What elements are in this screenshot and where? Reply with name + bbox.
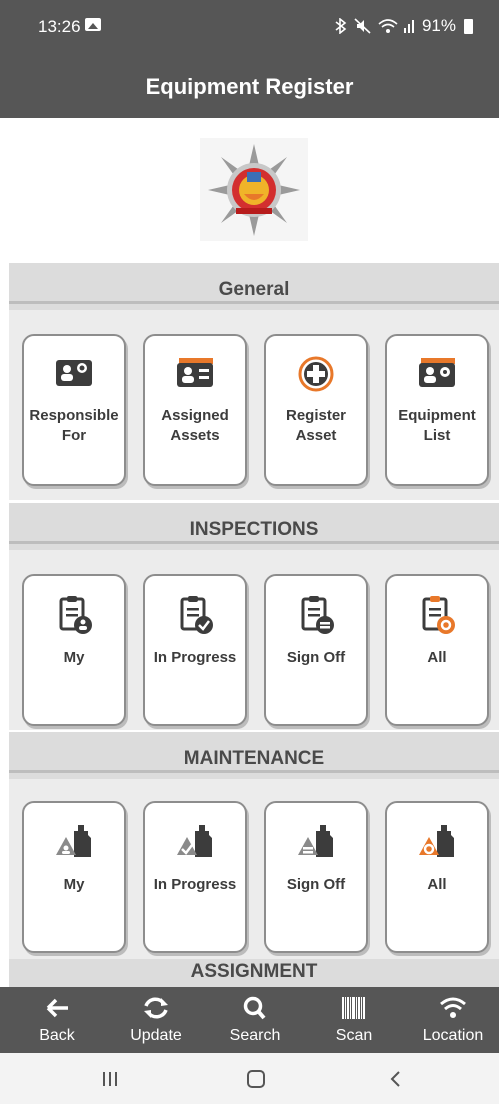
inspections-my-button[interactable]: My — [22, 574, 126, 726]
nav-label: Back — [39, 1027, 75, 1044]
section-header-general: General — [9, 263, 499, 310]
battery-icon — [464, 18, 473, 34]
arrow-left-icon — [12, 995, 102, 1021]
maintenance-all-button[interactable]: All — [385, 801, 489, 953]
image-notification-icon — [85, 18, 101, 31]
inspections-in-progress-button[interactable]: In Progress — [143, 574, 247, 726]
section-title: MAINTENANCE — [183, 748, 325, 769]
id-card-gear-icon — [387, 354, 487, 396]
wifi-signal-icon — [378, 19, 398, 33]
maintenance-my-button[interactable]: My — [22, 801, 126, 953]
tile-label: In Progress — [153, 876, 237, 893]
id-card-tag-icon — [24, 354, 124, 396]
section-header-maintenance: MAINTENANCE — [9, 732, 499, 779]
section-maintenance-body: My In Progress Sign Off All — [9, 779, 499, 959]
equipment-list-button[interactable]: Equipment List — [385, 334, 489, 486]
responsible-for-button[interactable]: Responsible For — [22, 334, 126, 486]
nav-label: Search — [229, 1027, 281, 1044]
cell-signal-icon — [403, 20, 414, 33]
nav-label: Location — [422, 1027, 484, 1044]
id-card-list-icon — [145, 354, 245, 396]
battery-percent: 91% — [421, 16, 456, 35]
section-title: INSPECTIONS — [189, 519, 319, 540]
section-header-assignment: ASSIGNMENT — [9, 959, 499, 987]
tile-label: My — [63, 876, 85, 893]
oil-can-gear-icon — [387, 821, 487, 863]
nav-label: Update — [130, 1027, 182, 1044]
barcode-icon — [309, 995, 399, 1021]
tile-label: Responsible For — [29, 407, 119, 444]
clipboard-minus-icon — [266, 594, 366, 636]
nav-update-button[interactable]: Update — [111, 987, 201, 1053]
page-title: Equipment Register — [145, 74, 354, 99]
app-header: Equipment Register — [0, 50, 499, 118]
tile-label: Assigned Assets — [161, 407, 229, 444]
oil-can-user-icon — [24, 821, 124, 863]
search-icon — [210, 995, 300, 1021]
recent-apps-icon[interactable] — [95, 1069, 125, 1089]
inspections-sign-off-button[interactable]: Sign Off — [264, 574, 368, 726]
status-icons: 91% — [334, 16, 473, 36]
section-header-inspections: INSPECTIONS — [9, 503, 499, 550]
section-inspections-body: My In Progress Sign Off All — [9, 550, 499, 730]
tile-label: All — [427, 876, 447, 893]
oil-can-minus-icon — [266, 821, 366, 863]
system-navigation-bar — [0, 1053, 499, 1104]
nav-label: Scan — [335, 1027, 373, 1044]
section-title: General — [218, 279, 290, 300]
section-general-body: Responsible For Assigned Assets Register… — [9, 310, 499, 500]
assigned-assets-button[interactable]: Assigned Assets — [143, 334, 247, 486]
maintenance-in-progress-button[interactable]: In Progress — [143, 801, 247, 953]
home-icon[interactable] — [241, 1069, 271, 1089]
bluetooth-icon — [335, 18, 347, 34]
fire-service-logo — [200, 138, 308, 241]
status-bar: 13:26 91% — [0, 0, 499, 50]
bottom-navigation: Back Update Search Scan Location — [0, 987, 499, 1053]
plus-circle-icon — [266, 354, 366, 396]
nav-location-button[interactable]: Location — [408, 987, 498, 1053]
wifi-icon — [408, 995, 498, 1021]
maintenance-sign-off-button[interactable]: Sign Off — [264, 801, 368, 953]
nav-search-button[interactable]: Search — [210, 987, 300, 1053]
tile-label: In Progress — [153, 649, 237, 666]
refresh-icon — [111, 995, 201, 1021]
clipboard-check-icon — [145, 594, 245, 636]
tile-label: My — [63, 649, 85, 666]
nav-scan-button[interactable]: Scan — [309, 987, 399, 1053]
tile-label: Register Asset — [285, 407, 347, 444]
back-system-icon[interactable] — [380, 1069, 410, 1089]
clipboard-gear-icon — [387, 594, 487, 636]
tile-label: All — [427, 649, 447, 666]
tile-label: Sign Off — [286, 876, 346, 893]
nav-back-button[interactable]: Back — [12, 987, 102, 1053]
mute-icon — [354, 18, 371, 34]
register-asset-button[interactable]: Register Asset — [264, 334, 368, 486]
inspections-all-button[interactable]: All — [385, 574, 489, 726]
tile-label: Equipment List — [398, 407, 476, 444]
oil-can-check-icon — [145, 821, 245, 863]
clipboard-user-icon — [24, 594, 124, 636]
tile-label: Sign Off — [286, 649, 346, 666]
status-time: 13:26 — [38, 17, 81, 36]
section-title: ASSIGNMENT — [190, 961, 318, 982]
